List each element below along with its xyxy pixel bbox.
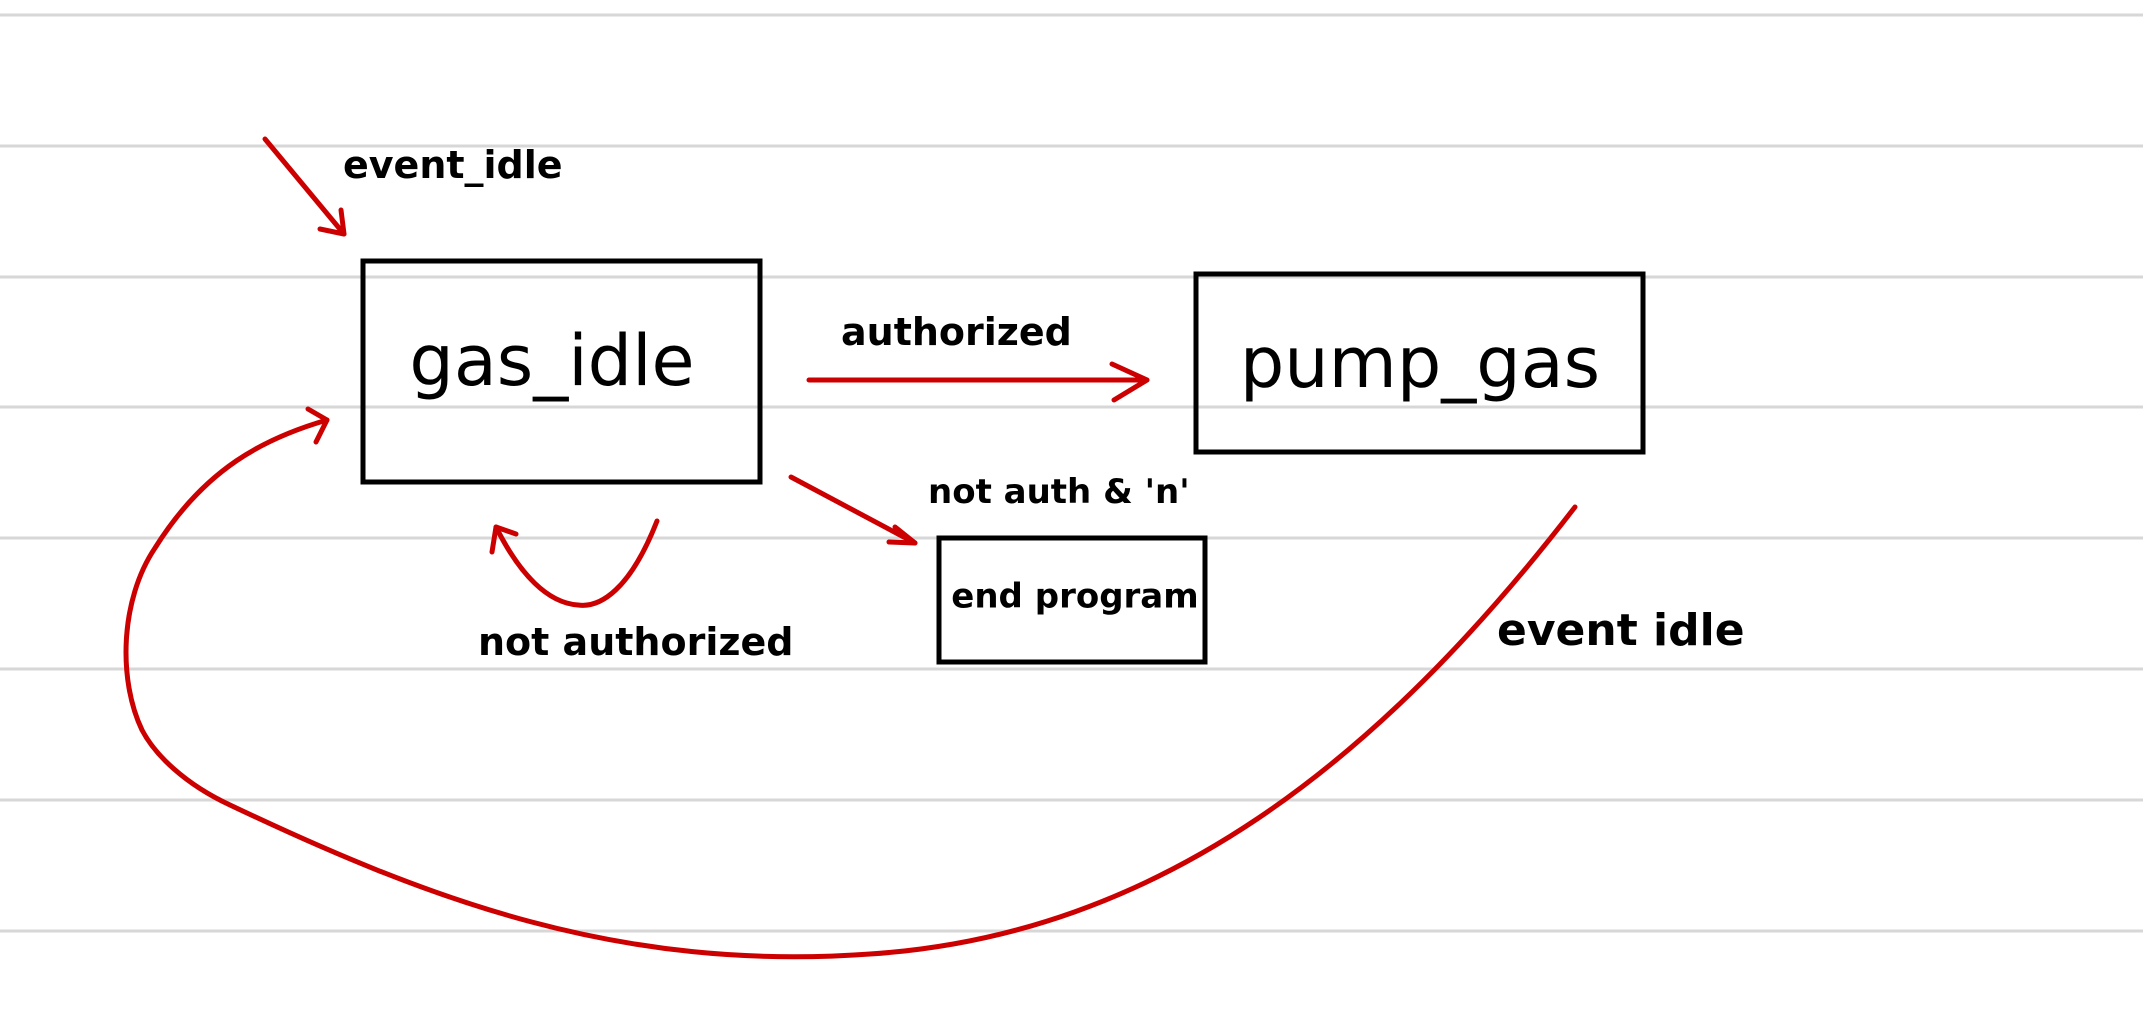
state-end-program: end program bbox=[936, 535, 1208, 665]
state-diagram: gas_idle pump_gas end program event_idle… bbox=[0, 13, 2143, 960]
transition-not-authorized bbox=[489, 518, 660, 608]
return-arrow-curve bbox=[123, 417, 1578, 960]
label-authorized: authorized bbox=[841, 310, 1072, 354]
label-initial-event-idle: event_idle bbox=[343, 143, 563, 187]
transition-not-auth-n bbox=[788, 474, 918, 546]
transition-initial bbox=[262, 136, 347, 237]
state-end-program-label: end program bbox=[951, 577, 1198, 617]
transition-event-idle-return bbox=[123, 406, 1578, 960]
label-event-idle-return: event idle bbox=[1497, 605, 1745, 656]
end-arrow-shaft bbox=[788, 474, 918, 546]
self-loop-arrow bbox=[493, 518, 660, 608]
state-gas-idle: gas_idle bbox=[360, 258, 763, 485]
initial-arrow-shaft bbox=[262, 136, 347, 237]
label-not-auth-n: not auth & 'n' bbox=[928, 472, 1190, 512]
state-gas-idle-label: gas_idle bbox=[409, 320, 694, 402]
state-pump-gas-label: pump_gas bbox=[1240, 322, 1600, 404]
transition-authorized bbox=[806, 361, 1150, 403]
state-pump-gas: pump_gas bbox=[1193, 271, 1646, 455]
label-not-authorized: not authorized bbox=[478, 620, 793, 664]
